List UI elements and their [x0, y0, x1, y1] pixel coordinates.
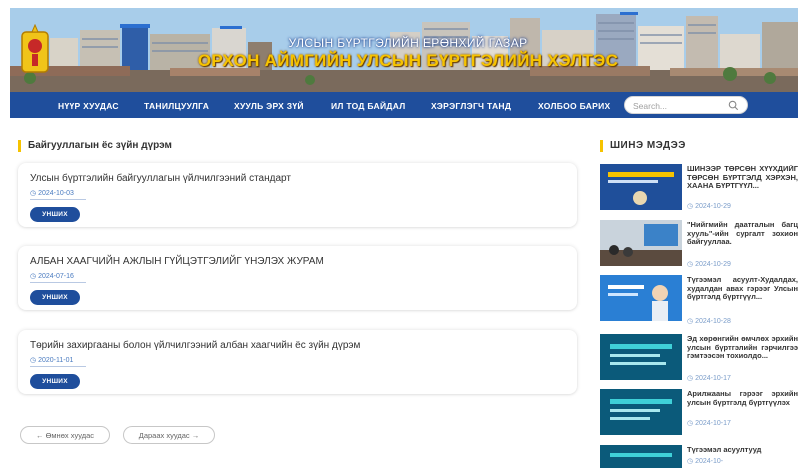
clock-icon: ◷ — [687, 458, 694, 465]
news-thumbnail — [600, 164, 682, 210]
news-item[interactable]: ШИНЭЭР ТӨРСӨН ХҮҮХДИЙГ ТӨРСӨН БҮРТГЭЛД Х… — [600, 164, 798, 214]
search-box — [624, 96, 748, 114]
main-navbar: НҮҮР ХУУДАС ТАНИЛЦУУЛГА ХУУЛЬ ЭРХ ЗҮЙ ИЛ… — [10, 92, 798, 118]
news-title: Түгээмэл асуулт-Худалдах, худалдан авах … — [687, 276, 798, 301]
nav-legal[interactable]: ХУУЛЬ ЭРХ ЗҮЙ — [234, 101, 304, 111]
news-item[interactable]: "Нийгмийн даатгалын багц хууль"-ийн сург… — [600, 220, 798, 270]
search-icon[interactable] — [728, 100, 739, 111]
search-input[interactable] — [633, 100, 723, 111]
document-card: Төрийн захиргааны болон үйлчилгээний алб… — [18, 330, 577, 394]
news-heading: ШИНЭ МЭДЭЭ — [600, 140, 686, 152]
news-thumbnail — [600, 389, 682, 435]
news-thumbnail — [600, 334, 682, 380]
city-skyline-image — [10, 8, 798, 92]
news-thumbnail — [600, 220, 682, 266]
document-title[interactable]: АЛБАН ХААГЧИЙН АЖЛЫН ГҮЙЦЭТГЭЛИЙГ ҮНЭЛЭХ… — [30, 256, 324, 267]
prev-page-button[interactable]: ← Өмнөх хуудас — [20, 426, 110, 444]
nav-contact[interactable]: ХОЛБОО БАРИХ — [538, 101, 610, 111]
news-item[interactable]: Эд хөрөнгийн өмчлөх эрхийн улсын бүртгэл… — [600, 334, 798, 384]
header-title: ОРХОН АЙМГИЙН УЛСЫН БҮРТГЭЛИЙН ХЭЛТЭС — [197, 51, 619, 70]
header-banner: УЛСЫН БҮРТГЭЛИЙН ЕРӨНХИЙ ГАЗАР ОРХОН АЙМ… — [10, 8, 798, 92]
document-card: Улсын бүртгэлийн байгууллагын үйлчилгээн… — [18, 163, 577, 227]
news-date: ◷ 2024-10-17 — [687, 375, 731, 382]
clock-icon: ◷ — [687, 420, 694, 427]
document-date: ◷ 2024-10-03 — [30, 189, 86, 200]
news-date: ◷ 2024-10-29 — [687, 203, 731, 210]
document-title[interactable]: Төрийн захиргааны болон үйлчилгээний алб… — [30, 340, 360, 351]
nav-for-users[interactable]: ХЭРЭГЛЭГЧ ТАНД — [431, 101, 511, 111]
nav-home[interactable]: НҮҮР ХУУДАС — [58, 101, 119, 111]
news-item[interactable]: Түгээмэл асуулт-Худалдах, худалдан авах … — [600, 275, 798, 325]
news-title: Эд хөрөнгийн өмчлөх эрхийн улсын бүртгэл… — [687, 335, 798, 360]
news-date: ◷ 2024-10-17 — [687, 420, 731, 427]
nav-about[interactable]: ТАНИЛЦУУЛГА — [144, 101, 209, 111]
nav-transparency[interactable]: ИЛ ТОД БАЙДАЛ — [331, 101, 406, 111]
clock-icon: ◷ — [30, 357, 37, 364]
news-item[interactable]: Түгээмэл асуултууд ◷ 2024-10- — [600, 445, 798, 468]
news-date: ◷ 2024-10-28 — [687, 318, 731, 325]
read-button[interactable]: УНШИХ — [30, 290, 80, 305]
clock-icon: ◷ — [30, 190, 37, 197]
clock-icon: ◷ — [687, 375, 694, 382]
news-title: "Нийгмийн даатгалын багц хууль"-ийн сург… — [687, 221, 798, 246]
news-thumbnail — [600, 275, 682, 321]
document-card: АЛБАН ХААГЧИЙН АЖЛЫН ГҮЙЦЭТГЭЛИЙГ ҮНЭЛЭХ… — [18, 246, 577, 310]
clock-icon: ◷ — [687, 203, 694, 210]
clock-icon: ◷ — [687, 261, 694, 268]
read-button[interactable]: УНШИХ — [30, 374, 80, 389]
clock-icon: ◷ — [687, 318, 694, 325]
news-date: ◷ 2024-10-29 — [687, 261, 731, 268]
news-thumbnail — [600, 445, 682, 468]
news-title: ШИНЭЭР ТӨРСӨН ХҮҮХДИЙГ ТӨРСӨН БҮРТГЭЛД Х… — [687, 165, 798, 190]
header-subtitle: УЛСЫН БҮРТГЭЛИЙН ЕРӨНХИЙ ГАЗАР — [288, 36, 528, 50]
clock-icon: ◷ — [30, 273, 37, 280]
document-date: ◷ 2020-11-01 — [30, 356, 86, 367]
section-heading: Байгууллагын ёс зүйн дүрэм — [18, 140, 172, 152]
news-date: ◷ 2024-10- — [687, 458, 724, 465]
read-button[interactable]: УНШИХ — [30, 207, 80, 222]
document-title[interactable]: Улсын бүртгэлийн байгууллагын үйлчилгээн… — [30, 173, 291, 184]
news-title: Арилжааны гэрээг эрхийн улсын бүртгэлд б… — [687, 390, 798, 407]
next-page-button[interactable]: Дараах хуудас → — [123, 426, 215, 444]
news-item[interactable]: Арилжааны гэрээг эрхийн улсын бүртгэлд б… — [600, 389, 798, 439]
news-title: Түгээмэл асуултууд — [687, 446, 762, 454]
document-date: ◷ 2024-07-16 — [30, 272, 86, 283]
